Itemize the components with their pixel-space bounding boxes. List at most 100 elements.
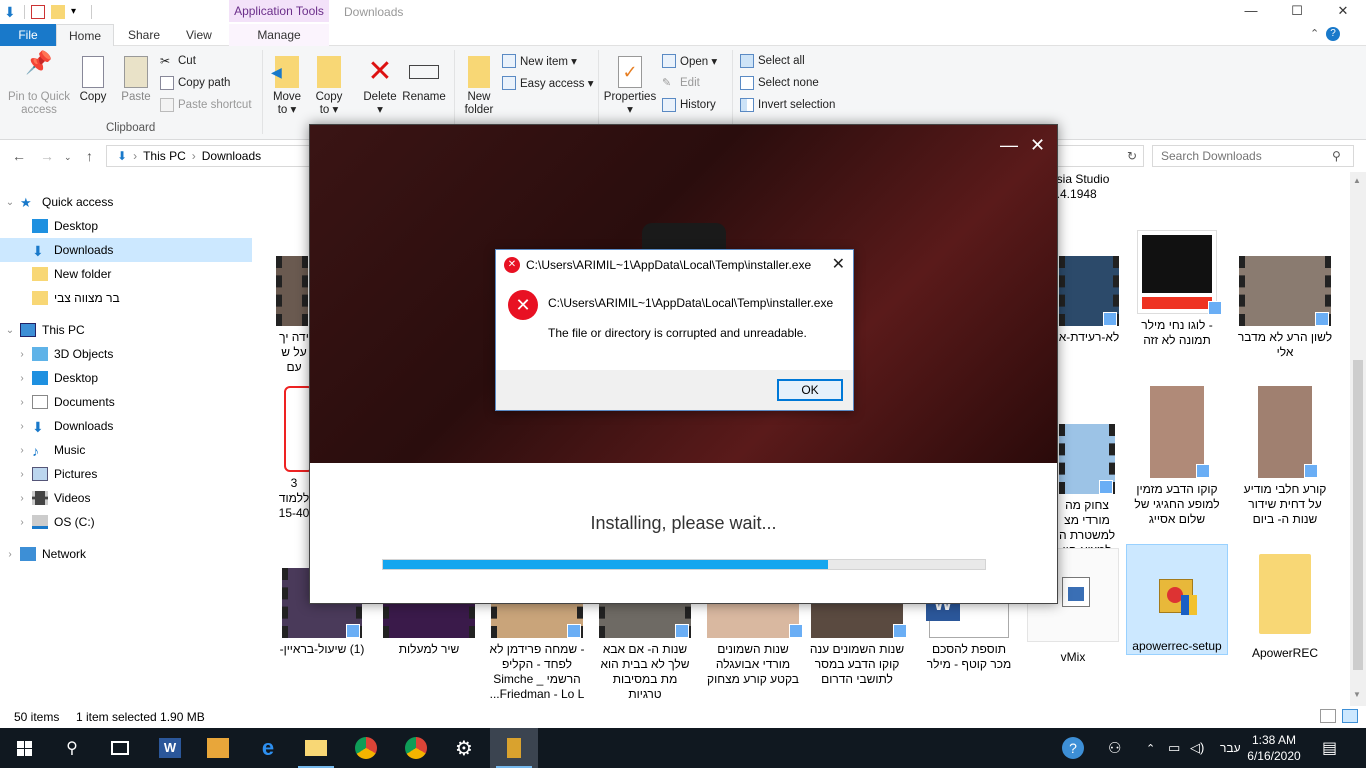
tab-manage[interactable]: Manage — [229, 24, 329, 46]
copy-button[interactable]: Copy — [74, 56, 112, 104]
minimize-button[interactable]: — — [1228, 0, 1274, 24]
select-none-button[interactable]: Select none — [740, 74, 819, 92]
nav-item-downloads[interactable]: ⬇ Downloads — [0, 238, 252, 262]
move-to-button[interactable]: ◀ Move to ▾ — [268, 56, 306, 117]
scroll-up-arrow-icon[interactable]: ▲ — [1353, 176, 1361, 185]
battery-icon[interactable]: ▭ — [1168, 728, 1180, 768]
collapsed-chevron-icon[interactable]: › — [12, 373, 32, 384]
collapsed-chevron-icon[interactable]: › — [12, 493, 32, 504]
start-button[interactable] — [0, 728, 48, 768]
paste-button[interactable]: Paste — [116, 56, 156, 104]
new-item-button[interactable]: New item ▾ — [502, 52, 577, 70]
tab-home[interactable]: Home — [56, 24, 115, 46]
tab-view[interactable]: View — [174, 24, 224, 46]
task-view-button[interactable] — [96, 728, 144, 768]
tab-share[interactable]: Share — [116, 24, 172, 46]
nav-item-quick-access[interactable]: ⌄ ★ Quick access — [0, 190, 252, 214]
history-button[interactable]: History — [662, 96, 716, 114]
taskbar-chrome[interactable] — [342, 728, 390, 768]
system-clock[interactable]: 1:38 AM 6/16/2020 — [1242, 732, 1306, 764]
nav-item-network[interactable]: › Network — [0, 542, 252, 566]
expanded-chevron-icon[interactable]: ⌄ — [0, 325, 20, 336]
paste-shortcut-button[interactable]: Paste shortcut — [160, 96, 252, 114]
collapsed-chevron-icon[interactable]: › — [12, 517, 32, 528]
taskbar-edge[interactable]: e — [244, 728, 292, 768]
file-tile-video[interactable]: לשון הרע לא מדבר אלי — [1234, 250, 1336, 360]
expanded-chevron-icon[interactable]: ⌄ — [0, 197, 20, 208]
file-tile-video[interactable]: קוקו הדבע מזמין למופע החגיגי של שלום אסי… — [1126, 382, 1228, 527]
copy-path-button[interactable]: Copy path — [160, 74, 230, 92]
help-tray-icon[interactable]: ? — [1062, 728, 1084, 768]
down-arrow-icon[interactable]: ⬇ — [4, 5, 18, 19]
nav-item-new-folder[interactable]: New folder — [0, 262, 252, 286]
collapsed-chevron-icon[interactable]: › — [12, 349, 32, 360]
details-view-icon[interactable] — [1320, 709, 1336, 723]
people-icon[interactable]: ⚇ — [1108, 728, 1121, 768]
refresh-icon[interactable]: ↻ — [1127, 149, 1137, 163]
collapsed-chevron-icon[interactable]: › — [12, 397, 32, 408]
file-tile-video[interactable]: קורע חלבי מודיע על דחית שידור שנות ה- בי… — [1234, 382, 1336, 527]
customize-chevron-icon[interactable]: ▾ — [71, 5, 85, 19]
collapse-ribbon-icon[interactable]: ⌃ — [1310, 27, 1319, 40]
nav-item-downloads-pc[interactable]: › ⬇ Downloads — [0, 414, 252, 438]
rename-button[interactable]: Rename — [402, 56, 446, 104]
breadcrumb-this-pc[interactable]: This PC — [143, 149, 186, 163]
installer-minimize-button[interactable]: — — [1000, 135, 1018, 156]
select-all-button[interactable]: Select all — [740, 52, 805, 70]
collapsed-chevron-icon[interactable]: › — [12, 421, 32, 432]
notifications-icon[interactable]: ▤ — [1322, 728, 1337, 768]
help-icon[interactable]: ? — [1326, 27, 1340, 41]
up-arrow-icon[interactable]: ↑ — [86, 148, 93, 164]
file-tile-video[interactable]: לא-רעידת-א — [1054, 250, 1124, 345]
nav-item-desktop-pc[interactable]: › Desktop — [0, 366, 252, 390]
large-icons-view-icon[interactable] — [1342, 709, 1358, 723]
taskbar-settings[interactable]: ⚙ — [440, 728, 488, 768]
open-button[interactable]: Open ▾ — [662, 52, 717, 70]
close-button[interactable]: ✕ — [1320, 0, 1366, 24]
file-tile-video[interactable]: ידה יך על ש עם — [274, 250, 314, 375]
error-dialog-close-button[interactable]: ✕ — [832, 254, 845, 274]
edit-button[interactable]: ✎ Edit — [662, 74, 700, 92]
breadcrumb-downloads[interactable]: Downloads — [202, 149, 261, 163]
nav-item-music[interactable]: › ♪ Music — [0, 438, 252, 462]
nav-item-this-pc[interactable]: ⌄ This PC — [0, 318, 252, 342]
new-folder-icon[interactable] — [51, 5, 65, 19]
nav-item-3d-objects[interactable]: › 3D Objects — [0, 342, 252, 366]
invert-selection-button[interactable]: Invert selection — [740, 96, 835, 114]
taskbar-installer[interactable] — [490, 728, 538, 768]
properties-button[interactable]: ✓ Properties ▾ — [602, 56, 658, 117]
language-indicator[interactable]: עבר — [1220, 728, 1241, 768]
nav-item-desktop[interactable]: Desktop — [0, 214, 252, 238]
delete-button[interactable]: ✕ Delete ▾ — [360, 56, 400, 117]
scrollbar-thumb[interactable] — [1353, 360, 1363, 670]
taskbar-file-explorer[interactable] — [292, 728, 340, 768]
new-folder-button[interactable]: New folder — [460, 56, 498, 117]
nav-item-pictures[interactable]: › Pictures — [0, 462, 252, 486]
copy-to-button[interactable]: Copy to ▾ — [310, 56, 348, 117]
file-tile-document[interactable]: 3 ללמוד 15-40 — [274, 386, 314, 521]
file-tile-image[interactable]: - לוגו נחי מילר תמונה לא זזה — [1126, 228, 1228, 348]
taskbar-search-button[interactable]: ⚲ — [48, 728, 96, 768]
ok-button[interactable]: OK — [777, 379, 843, 401]
vertical-scrollbar[interactable]: ▲ ▼ — [1350, 172, 1366, 706]
tab-file[interactable]: File — [0, 24, 56, 46]
taskbar-video-player[interactable] — [194, 728, 242, 768]
collapsed-chevron-icon[interactable]: › — [12, 445, 32, 456]
back-arrow-icon[interactable]: ← — [12, 148, 26, 164]
forward-arrow-icon[interactable]: → — [40, 148, 54, 164]
scroll-down-arrow-icon[interactable]: ▼ — [1353, 690, 1361, 699]
collapsed-chevron-icon[interactable]: › — [12, 469, 32, 480]
recent-locations-chevron-icon[interactable]: ⌄ — [64, 152, 72, 163]
nav-item-documents[interactable]: › Documents — [0, 390, 252, 414]
maximize-button[interactable]: ☐ — [1274, 0, 1320, 24]
collapsed-chevron-icon[interactable]: › — [0, 549, 20, 560]
easy-access-button[interactable]: Easy access ▾ — [502, 74, 594, 92]
nav-item-videos[interactable]: › Videos — [0, 486, 252, 510]
show-hidden-icons-chevron-icon[interactable]: ⌃ — [1146, 728, 1155, 768]
file-tile-apowerrec-folder[interactable]: ApowerREC — [1234, 546, 1336, 661]
volume-icon[interactable]: ◁) — [1190, 728, 1204, 768]
search-input[interactable] — [1152, 145, 1354, 167]
file-tile-apowerrec-setup[interactable]: apowerrec-setup — [1126, 544, 1228, 655]
nav-item-bar-mitzvah-folder[interactable]: בר מצווה צבי — [0, 286, 252, 310]
installer-close-button[interactable]: ✕ — [1030, 135, 1045, 156]
